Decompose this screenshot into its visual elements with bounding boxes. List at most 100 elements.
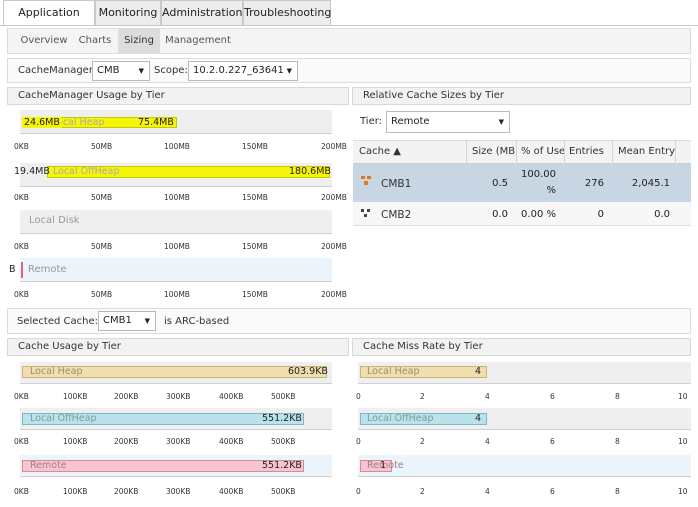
- axis-tick: 500KB: [271, 487, 296, 496]
- chevron-down-icon: ▼: [286, 67, 292, 75]
- miss-rate-row-remote: [358, 455, 691, 477]
- heap-used-value: 24.6MB: [22, 117, 62, 128]
- axis-tick: 8: [615, 487, 620, 496]
- chevron-down-icon: ▼: [138, 67, 144, 75]
- axis-tick: 0KB: [14, 142, 29, 151]
- disk-tier-label: Local Disk: [29, 215, 80, 226]
- axis-tick: 0KB: [14, 290, 29, 299]
- column-cache[interactable]: Cache ▲: [359, 146, 459, 157]
- axis-tick: 0KB: [14, 193, 29, 202]
- tab-administration[interactable]: Administration: [161, 0, 243, 25]
- cache-usage-tier-label: Local OffHeap: [30, 413, 97, 424]
- chevron-down-icon: ▼: [498, 118, 504, 126]
- selected-cache-type: is ARC-based: [164, 316, 230, 327]
- miss-rate-value: 1: [380, 460, 387, 471]
- usage-row-remote: [20, 258, 332, 282]
- cache-usage-value: 551.2KB: [262, 413, 302, 424]
- axis-tick: 500KB: [271, 437, 296, 446]
- remote-tier-label: Remote: [28, 264, 67, 275]
- offheap-used-value: 19.4MB: [14, 166, 50, 177]
- offheap-tier-label: Local OffHeap: [53, 166, 120, 177]
- axis-tick: 100MB: [164, 142, 190, 151]
- axis-tick: 2: [420, 392, 425, 401]
- remote-usage-marker: [21, 262, 23, 278]
- axis-tick: 50MB: [91, 242, 113, 251]
- remote-used-value: B: [9, 264, 16, 275]
- cache-usage-value: 603.9KB: [288, 366, 328, 377]
- axis-tick: 150MB: [242, 193, 268, 202]
- axis-tick: 4: [485, 437, 490, 446]
- miss-rate-tier-label: Local OffHeap: [367, 413, 434, 424]
- heap-free-value: 75.4MB: [138, 117, 174, 128]
- usage-by-tier-header: CacheManager Usage by Tier: [7, 87, 349, 105]
- axis-tick: 100MB: [164, 242, 190, 251]
- axis-tick: 200KB: [114, 487, 139, 496]
- axis-tick: 200MB: [321, 193, 347, 202]
- subtab-charts[interactable]: Charts: [74, 29, 116, 53]
- axis-tick: 10: [678, 437, 688, 446]
- cache-mean-entry: 0.0: [654, 209, 670, 220]
- axis-tick: 10: [678, 392, 688, 401]
- selected-cache-select[interactable]: CMB1 ▼: [98, 311, 156, 331]
- miss-rate-value: 4: [475, 413, 482, 424]
- cache-manager-select[interactable]: CMB ▼: [92, 61, 150, 81]
- axis-tick: 0KB: [14, 242, 29, 251]
- selected-cache-label: Selected Cache:: [17, 316, 98, 327]
- cache-manager-value: CMB: [97, 65, 120, 76]
- axis-tick: 8: [615, 392, 620, 401]
- axis-tick: 150MB: [242, 142, 268, 151]
- subtab-management[interactable]: Management: [162, 29, 234, 53]
- column-entries[interactable]: Entries: [569, 146, 609, 157]
- cache-entries: 0: [597, 209, 604, 220]
- sub-nav: Overview Charts Sizing Management: [7, 28, 691, 54]
- axis-tick: 50MB: [91, 142, 113, 151]
- cache-size: 0.5: [492, 178, 508, 189]
- axis-tick: 200KB: [114, 392, 139, 401]
- tier-select[interactable]: Remote ▼: [386, 111, 510, 133]
- axis-tick: 200MB: [321, 142, 347, 151]
- tier-label: Tier:: [360, 116, 383, 127]
- cache-tree-icon: [361, 176, 373, 186]
- axis-tick: 4: [485, 487, 490, 496]
- axis-tick: 50MB: [91, 193, 113, 202]
- axis-tick: 8: [615, 437, 620, 446]
- column-mean-entry[interactable]: Mean Entry B: [618, 146, 676, 157]
- axis-tick: 150MB: [242, 242, 268, 251]
- axis-tick: 6: [550, 392, 555, 401]
- axis-tick: 100KB: [63, 392, 88, 401]
- relative-sizes-header: Relative Cache Sizes by Tier: [352, 87, 691, 105]
- column-percent[interactable]: % of Used: [521, 146, 564, 157]
- axis-tick: 200MB: [321, 242, 347, 251]
- axis-tick: 400KB: [219, 437, 244, 446]
- axis-tick: 100KB: [63, 437, 88, 446]
- axis-tick: 100MB: [164, 290, 190, 299]
- cache-percent: 100.00: [521, 169, 556, 180]
- cache-manager-toolbar: CacheManager: CMB ▼ Scope: 10.2.0.227_63…: [7, 58, 691, 83]
- scope-value: 10.2.0.227_63641: [193, 65, 284, 76]
- cache-percent: 0.00 %: [521, 209, 556, 220]
- cache-name: CMB2: [381, 209, 412, 221]
- cache-manager-label: CacheManager:: [18, 65, 97, 76]
- subtab-sizing[interactable]: Sizing: [118, 29, 160, 53]
- cache-usage-header: Cache Usage by Tier: [7, 338, 349, 356]
- axis-tick: 300KB: [166, 437, 191, 446]
- axis-tick: 200KB: [114, 437, 139, 446]
- selected-cache-toolbar: Selected Cache: CMB1 ▼ is ARC-based: [7, 308, 691, 334]
- offheap-free-value: 180.6MB: [289, 166, 331, 177]
- axis-tick: 300KB: [166, 487, 191, 496]
- tier-value: Remote: [391, 116, 430, 127]
- axis-tick: 150MB: [242, 290, 268, 299]
- scope-label: Scope:: [154, 65, 188, 76]
- miss-rate-value: 4: [475, 366, 482, 377]
- column-size[interactable]: Size (MB): [472, 146, 516, 157]
- axis-tick: 0KB: [14, 437, 29, 446]
- subtab-overview[interactable]: Overview: [16, 29, 72, 53]
- cache-tree-icon: [361, 209, 373, 219]
- tab-monitoring[interactable]: Monitoring: [95, 0, 161, 25]
- axis-tick: 2: [420, 437, 425, 446]
- tab-troubleshooting[interactable]: Troubleshooting: [243, 0, 331, 25]
- chevron-down-icon: ▼: [144, 317, 150, 325]
- axis-tick: 400KB: [219, 392, 244, 401]
- tab-application-data[interactable]: Application Data: [3, 0, 95, 43]
- scope-select[interactable]: 10.2.0.227_63641 ▼: [188, 61, 298, 81]
